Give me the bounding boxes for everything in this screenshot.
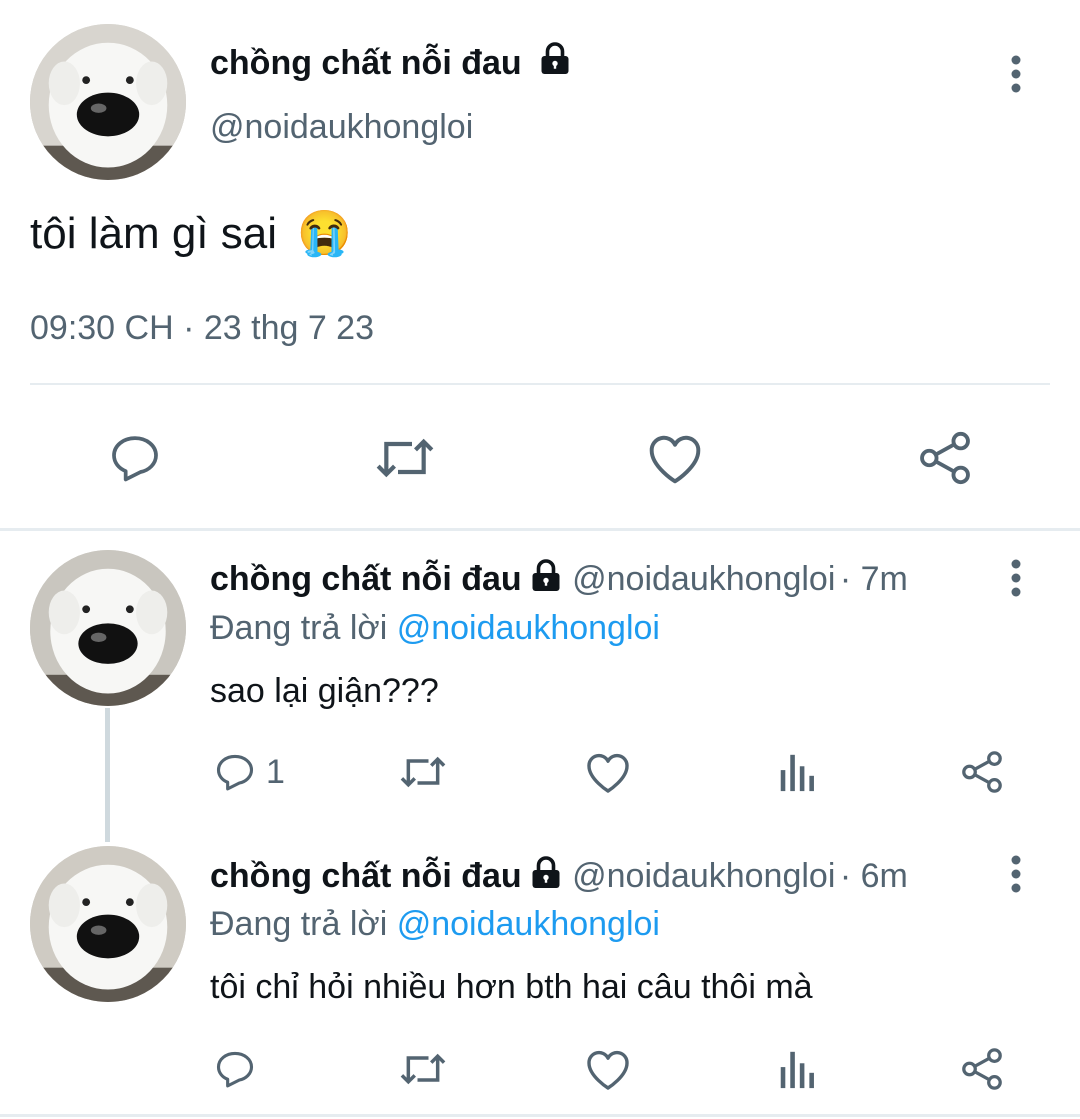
crying-emoji: 😭: [297, 209, 353, 258]
tweet-text: tôi làm gì sai: [30, 209, 277, 258]
replying-to-label: Đang trả lời: [210, 609, 388, 647]
avatar[interactable]: [30, 550, 186, 706]
analytics-icon[interactable]: [772, 1045, 820, 1093]
reply-icon[interactable]: [210, 1045, 260, 1093]
handle[interactable]: @noidaukhongloi: [210, 104, 473, 150]
section-divider: [0, 528, 1080, 531]
avatar[interactable]: [30, 24, 186, 180]
reply-text: sao lại giận???: [210, 672, 439, 710]
retweet-icon[interactable]: [395, 1045, 451, 1093]
replying-to-label: Đang trả lời: [210, 905, 388, 943]
like-icon[interactable]: [582, 1045, 634, 1093]
reply-count: 1: [266, 753, 285, 791]
reply-time: · 7m: [839, 560, 908, 598]
dog-avatar-image: [30, 846, 186, 1002]
more-options-icon[interactable]: [996, 52, 1036, 96]
more-options-icon[interactable]: [996, 556, 1036, 600]
reply-text: tôi chỉ hỏi nhiều hơn bth hai câu thôi m…: [210, 968, 813, 1006]
bottom-divider: [0, 1114, 1080, 1117]
reply-icon[interactable]: [100, 425, 170, 491]
share-icon[interactable]: [910, 425, 980, 491]
more-options-icon[interactable]: [996, 852, 1036, 896]
thread-line: [105, 708, 110, 842]
replying-to-link[interactable]: @noidaukhongloi: [397, 905, 660, 943]
retweet-icon[interactable]: [368, 425, 442, 491]
display-name[interactable]: chồng chất nỗi đau: [210, 44, 522, 82]
timestamp[interactable]: 09:30 CH · 23 thg 7 23: [30, 306, 374, 350]
display-name[interactable]: chồng chất nỗi đau: [210, 857, 522, 895]
avatar[interactable]: [30, 846, 186, 1002]
dog-avatar-image: [30, 24, 186, 180]
share-icon[interactable]: [956, 748, 1008, 796]
like-icon[interactable]: [640, 425, 710, 491]
dog-avatar-image: [30, 550, 186, 706]
handle[interactable]: @noidaukhongloi: [572, 560, 835, 598]
handle[interactable]: @noidaukhongloi: [572, 857, 835, 895]
lock-icon: [537, 41, 573, 89]
analytics-icon[interactable]: [772, 748, 820, 796]
reply-icon[interactable]: [210, 748, 260, 796]
divider: [30, 383, 1050, 385]
share-icon[interactable]: [956, 1045, 1008, 1093]
replying-to-link[interactable]: @noidaukhongloi: [397, 609, 660, 647]
retweet-icon[interactable]: [395, 748, 451, 796]
reply-time: · 6m: [839, 857, 908, 895]
display-name[interactable]: chồng chất nỗi đau: [210, 560, 522, 598]
like-icon[interactable]: [582, 748, 634, 796]
